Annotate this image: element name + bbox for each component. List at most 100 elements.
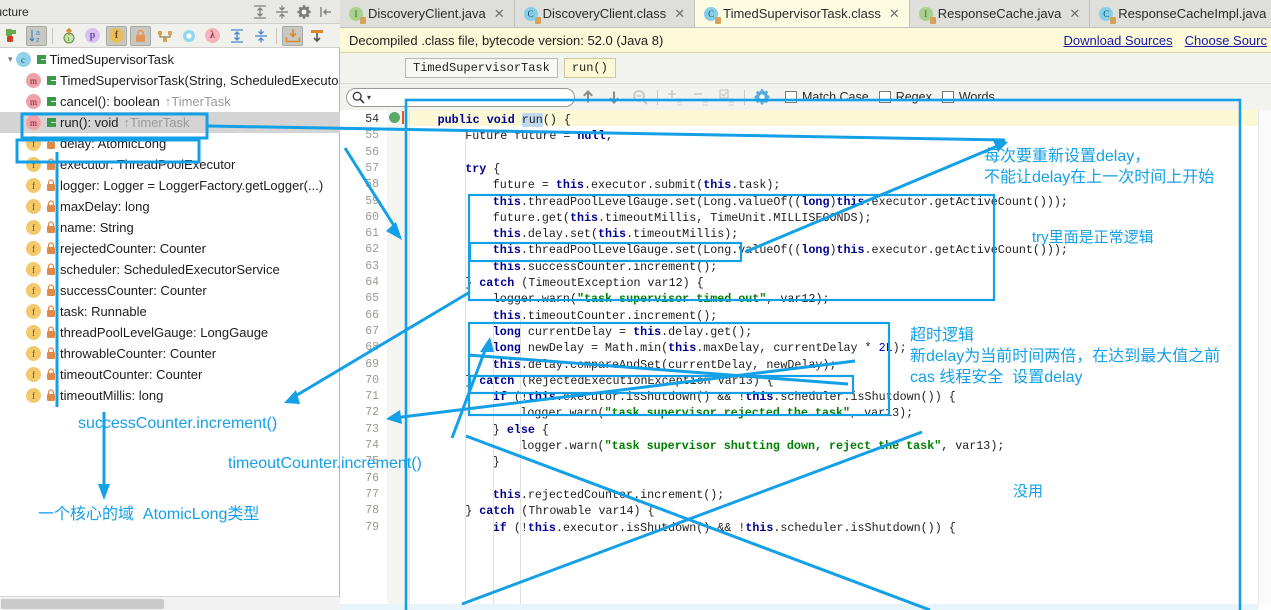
code-line[interactable]: Future future = null; <box>410 128 612 144</box>
tree-item-threadpoollevelgauge[interactable]: f threadPoolLevelGauge: LongGauge <box>0 322 340 343</box>
tree-item-label: timeoutMillis: long <box>60 388 164 403</box>
find-previous-icon[interactable] <box>579 88 597 106</box>
code-line[interactable]: this.delay.compareAndSet(currentDelay, n… <box>410 357 837 373</box>
tree-item-timeoutcounter[interactable]: f timeoutCounter: Counter <box>0 364 340 385</box>
find-all-icon[interactable] <box>631 88 649 106</box>
code-line[interactable]: this.timeoutCounter.increment(); <box>410 308 717 324</box>
expand-all-icon[interactable] <box>226 26 247 46</box>
sort-by-visibility-icon[interactable]: 1 <box>58 26 79 46</box>
code-line[interactable]: future.get(this.timeoutMillis, TimeUnit.… <box>410 210 872 226</box>
words-checkbox[interactable]: Words <box>941 90 995 104</box>
code-line[interactable]: public void run() { <box>410 112 571 128</box>
autoscroll-from-source-icon[interactable] <box>306 26 327 46</box>
editor-tab-responsecache-java[interactable]: I ResponseCache.java ✕ <box>909 0 1091 27</box>
show-lambdas-icon[interactable]: λ <box>202 26 223 46</box>
editor-tab-discoveryclient-java[interactable]: I DiscoveryClient.java ✕ <box>340 0 515 27</box>
tree-item-label: delay: AtomicLong <box>60 136 167 151</box>
checkbox-box[interactable] <box>878 91 891 103</box>
field-badge-icon: f <box>26 367 41 382</box>
sort-alphabetically-icon[interactable]: a z <box>26 25 47 46</box>
match-case-checkbox[interactable]: Match Case <box>785 90 869 104</box>
editor-vertical-scrollbar[interactable] <box>1258 110 1271 604</box>
code-line[interactable]: this.rejectedCounter.increment(); <box>410 487 724 503</box>
tree-item-maxdelay[interactable]: f maxDelay: long <box>0 196 340 217</box>
breadcrumb-class[interactable]: TimedSupervisorTask <box>405 58 558 78</box>
code-line[interactable]: logger.warn("task supervisor rejected th… <box>410 405 913 421</box>
show-fields-icon[interactable]: f <box>106 25 127 46</box>
editor-tab-discoveryclient-class[interactable]: C DiscoveryClient.class ✕ <box>514 0 696 27</box>
tab-label: DiscoveryClient.class <box>542 6 667 21</box>
tree-item-executor[interactable]: f executor: ThreadPoolExecutor <box>0 154 340 175</box>
structure-horizontal-scrollbar[interactable] <box>0 596 340 610</box>
editor-horizontal-scrollbar[interactable] <box>340 604 1258 610</box>
code-line[interactable]: try { <box>410 161 500 177</box>
close-icon[interactable]: ✕ <box>674 6 685 22</box>
select-all-occurrences-icon[interactable] <box>718 88 736 106</box>
close-icon[interactable]: ✕ <box>889 6 900 22</box>
show-inherited-icon[interactable] <box>178 26 199 46</box>
tree-item-rejectedcounter[interactable]: f rejectedCounter: Counter <box>0 238 340 259</box>
tree-item-name[interactable]: f name: String <box>0 217 340 238</box>
tree-item-scheduler[interactable]: f scheduler: ScheduledExecutorService <box>0 259 340 280</box>
scrollbar-thumb[interactable] <box>1 599 164 609</box>
close-icon[interactable]: ✕ <box>1069 6 1080 22</box>
code-line[interactable]: logger.warn("task supervisor shutting do… <box>410 438 1004 454</box>
code-line[interactable]: long currentDelay = this.delay.get(); <box>410 324 753 340</box>
code-line[interactable]: this.successCounter.increment(); <box>410 259 717 275</box>
chevron-down-icon[interactable]: ▾ <box>367 93 371 102</box>
tree-item-task[interactable]: f task: Runnable <box>0 301 340 322</box>
tree-item-throwablecounter[interactable]: f throwableCounter: Counter <box>0 343 340 364</box>
remove-selection-icon[interactable] <box>692 88 710 106</box>
find-separator-2 <box>744 89 745 105</box>
show-anonymous-classes-icon[interactable] <box>154 26 175 46</box>
tree-item-logger[interactable]: f logger: Logger = LoggerFactory.getLogge… <box>0 175 340 196</box>
code-line[interactable]: this.delay.set(this.timeoutMillis); <box>410 226 739 242</box>
collapse-all-icon[interactable] <box>250 26 271 46</box>
choose-sources-link[interactable]: Choose Sourc <box>1185 33 1267 48</box>
close-icon[interactable]: ✕ <box>494 6 505 22</box>
show-non-public-members-icon[interactable] <box>130 25 151 46</box>
show-properties-icon[interactable]: p <box>82 26 103 46</box>
code-line[interactable]: long newDelay = Math.min(this.maxDelay, … <box>410 340 907 356</box>
private-lock-icon <box>46 158 56 171</box>
tree-item-label: maxDelay: long <box>60 199 150 214</box>
breadcrumb-method[interactable]: run() <box>563 58 616 78</box>
autoscroll-to-source-icon[interactable] <box>282 25 303 46</box>
tree-item-run[interactable]: m run(): void ↑TimerTask <box>0 112 340 133</box>
editor-tab-timedsupervisortask-class[interactable]: C TimedSupervisorTask.class ✕ <box>695 0 910 27</box>
code-line[interactable]: this.threadPoolLevelGauge.set(Long.value… <box>410 194 1068 210</box>
code-line[interactable]: } else { <box>410 422 549 438</box>
line-number: 66 <box>365 308 379 322</box>
gear-icon[interactable]: ▾ <box>293 4 312 43</box>
search-input[interactable]: ▾ <box>346 87 575 107</box>
lock-badge-icon <box>1110 16 1117 24</box>
code-line[interactable]: } catch (Throwable var14) { <box>410 503 654 519</box>
find-next-icon[interactable] <box>605 88 623 106</box>
code-line[interactable]: } catch (TimeoutException var12) { <box>410 275 703 291</box>
tree-item-delay[interactable]: f delay: AtomicLong <box>0 133 340 154</box>
indent-guide <box>465 128 467 598</box>
add-selection-icon[interactable] <box>666 88 684 106</box>
hide-panel-icon[interactable] <box>318 4 334 20</box>
run-method-gutter-icon[interactable] <box>389 112 400 123</box>
code-line[interactable]: logger.warn("task supervisor timed out",… <box>410 291 830 307</box>
expand-all-icon[interactable] <box>252 4 268 20</box>
download-sources-link[interactable]: Download Sources <box>1063 33 1172 48</box>
tree-item-successcounter[interactable]: f successCounter: Counter <box>0 280 340 301</box>
tree-item-cancel[interactable]: m cancel(): boolean ↑TimerTask <box>0 91 340 112</box>
checkbox-box[interactable] <box>785 91 797 103</box>
collapse-all-icon[interactable] <box>274 4 290 20</box>
lock-badge-icon <box>929 16 936 24</box>
code-line[interactable]: this.threadPoolLevelGauge.set(Long.value… <box>410 242 1068 258</box>
tree-item-timeoutmillis[interactable]: f timeoutMillis: long <box>0 385 340 406</box>
tree-item-timedsupervisortask[interactable]: ▾ c TimedSupervisorTask <box>0 49 340 70</box>
tree-item-timedsupervisortask[interactable]: m TimedSupervisorTask(String, ScheduledEx… <box>0 70 340 91</box>
tree-expand-toggle[interactable]: ▾ <box>8 54 13 65</box>
code-line[interactable]: } <box>410 454 500 470</box>
code-folding-column[interactable] <box>387 110 410 604</box>
editor-tab-responsecacheimpl-java[interactable]: CResponseCacheImpl.java✕ <box>1090 0 1271 27</box>
find-settings-gear-icon[interactable] <box>753 88 771 106</box>
regex-checkbox[interactable]: Regex <box>878 90 932 104</box>
checkbox-box[interactable] <box>941 91 954 103</box>
show-non-public-icon[interactable] <box>2 26 23 46</box>
